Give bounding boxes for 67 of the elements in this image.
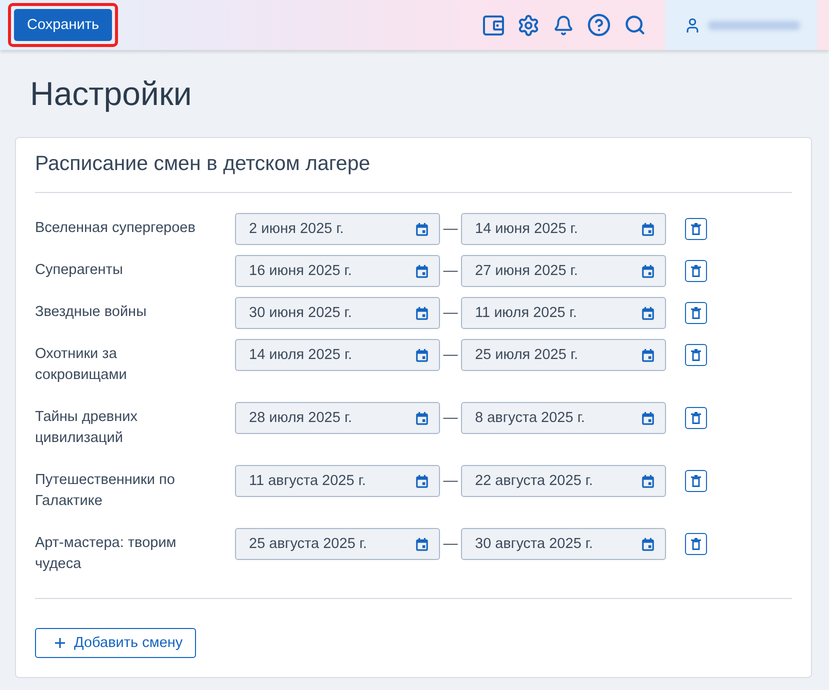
calendar-icon[interactable] — [416, 264, 428, 278]
delete-button[interactable] — [685, 260, 707, 282]
end-date-field[interactable]: 8 августа 2025 г. — [461, 402, 666, 434]
shift-name: Арт-мастера: творим чудеса — [35, 534, 178, 574]
delete-button[interactable] — [685, 344, 707, 366]
calendar-icon[interactable] — [416, 474, 428, 488]
shift-name: Звездные войны — [35, 303, 148, 322]
date-range-dash: — — [442, 262, 459, 281]
delete-button[interactable] — [685, 533, 707, 555]
trash-icon — [691, 307, 701, 319]
shift-name: Охотники за сокровищами — [35, 345, 128, 385]
date-range-dash: — — [442, 472, 459, 491]
calendar-icon[interactable] — [416, 412, 428, 424]
trash-icon — [691, 412, 701, 424]
shift-name: Вселенная супергероев — [35, 219, 196, 238]
end-date-field[interactable]: 14 июня 2025 г. — [461, 213, 666, 245]
delete-button[interactable] — [685, 407, 707, 429]
delete-button[interactable] — [685, 218, 707, 240]
calendar-icon[interactable] — [642, 264, 654, 278]
save-button[interactable]: Сохранить — [14, 9, 112, 41]
trash-icon — [691, 349, 701, 361]
help-icon[interactable] — [587, 13, 611, 37]
start-date-field[interactable]: 16 июня 2025 г. — [235, 255, 440, 287]
calendar-icon[interactable] — [642, 348, 654, 362]
calendar-icon[interactable] — [642, 306, 654, 320]
shift-name: Суперагенты — [35, 261, 124, 280]
end-date-field[interactable]: 27 июня 2025 г. — [461, 255, 666, 287]
end-date-field[interactable]: 30 августа 2025 г. — [461, 528, 666, 560]
page-title: Настройки — [30, 74, 193, 114]
calendar-icon[interactable] — [642, 474, 654, 488]
calendar-icon[interactable] — [416, 306, 428, 320]
card-title: Расписание смен в детском лагере — [35, 138, 792, 193]
shift-name: Тайны древних цивилизаций — [35, 408, 138, 448]
trash-icon — [691, 475, 701, 487]
start-date-field[interactable]: 28 июля 2025 г. — [235, 402, 440, 434]
start-date-field[interactable]: 25 августа 2025 г. — [235, 528, 440, 560]
date-range-dash: — — [442, 409, 459, 428]
bell-icon[interactable] — [553, 14, 574, 36]
start-date-field[interactable]: 2 июня 2025 г. — [235, 213, 440, 245]
start-date-field[interactable]: 11 августа 2025 г. — [235, 465, 440, 497]
calendar-icon[interactable] — [416, 538, 428, 550]
date-range-dash: — — [442, 346, 459, 365]
calendar-icon[interactable] — [642, 222, 654, 236]
wallet-icon[interactable] — [483, 14, 504, 36]
trash-icon — [691, 538, 701, 550]
calendar-icon[interactable] — [416, 222, 428, 236]
delete-button[interactable] — [685, 302, 707, 324]
plus-icon — [55, 638, 65, 648]
shift-name: Путешественники по Галактике — [35, 471, 176, 511]
add-shift-button[interactable]: Добавить смену — [35, 628, 196, 658]
end-date-field[interactable]: 25 июля 2025 г. — [461, 339, 666, 371]
search-icon[interactable] — [624, 14, 646, 36]
calendar-icon[interactable] — [416, 348, 428, 362]
calendar-icon[interactable] — [642, 538, 654, 550]
end-date-field[interactable]: 22 августа 2025 г. — [461, 465, 666, 497]
end-date-field[interactable]: 11 июля 2025 г. — [461, 297, 666, 329]
user-icon — [684, 16, 701, 34]
trash-icon — [691, 265, 701, 277]
start-date-field[interactable]: 30 июня 2025 г. — [235, 297, 440, 329]
date-range-dash: — — [442, 535, 459, 554]
delete-button[interactable] — [685, 470, 707, 492]
calendar-icon[interactable] — [642, 412, 654, 424]
date-range-dash: — — [442, 220, 459, 239]
start-date-field[interactable]: 14 июля 2025 г. — [235, 339, 440, 371]
settings-icon[interactable] — [517, 14, 540, 36]
trash-icon — [691, 223, 701, 235]
date-range-dash: — — [442, 304, 459, 323]
